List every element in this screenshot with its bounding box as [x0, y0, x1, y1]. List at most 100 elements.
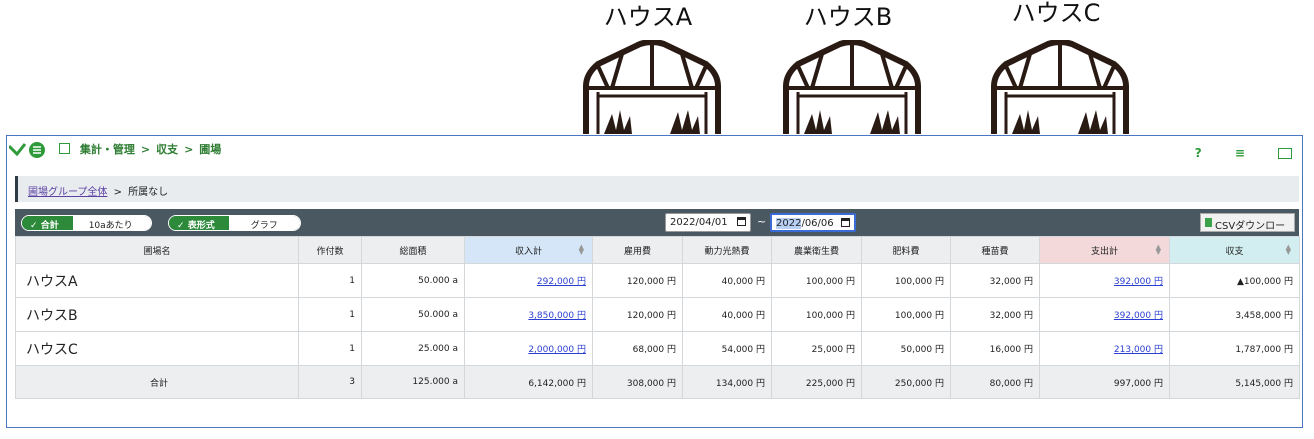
cell-labor: 308,000 円: [592, 365, 683, 399]
house-label: ハウスA: [603, 3, 693, 31]
breadcrumb: 集計・管理 > 収支 > 圃場: [59, 141, 221, 157]
cell-fertilizer: 250,000 円: [861, 365, 951, 399]
field-name: ハウスA: [15, 263, 299, 298]
table-view-option[interactable]: ✓ 表形式: [169, 216, 229, 230]
cell-seed: 80,000 円: [950, 365, 1040, 399]
profile-card-icon[interactable]: [1278, 148, 1292, 159]
cell-balance: ▲100,000 円: [1169, 263, 1300, 298]
cell-seed: 32,000 円: [950, 263, 1040, 298]
csv-download-button[interactable]: CSVダウンロード: [1200, 213, 1295, 247]
cell-seed: 16,000 円: [950, 331, 1040, 366]
breadcrumb-item[interactable]: 集計・管理: [80, 141, 135, 157]
cell-income: 3,850,000 円: [464, 297, 593, 332]
col-header-balance[interactable]: 収支 ▲ ▼: [1169, 236, 1300, 264]
cell-balance: 5,145,000 円: [1169, 365, 1300, 399]
cell-count: 1: [298, 263, 362, 298]
col-header-income[interactable]: 収入計 ▲ ▼: [464, 236, 593, 264]
sum-on-option[interactable]: ✓ 合計: [22, 216, 73, 230]
table-header-row: 圃場名 作付数 総面積 収入計 ▲ ▼ 雇用費 動力光熱費 農業衛生費 肥料費 種苗…: [15, 236, 1300, 264]
cell-count: 1: [298, 297, 362, 332]
expense-link[interactable]: 392,000 円: [1114, 277, 1163, 287]
sort-icon[interactable]: ▲ ▼: [1286, 244, 1291, 256]
col-header-fertilizer: 肥料費: [861, 236, 951, 264]
cell-hygiene: 25,000 円: [771, 331, 862, 366]
sort-icon[interactable]: ▲ ▼: [579, 244, 584, 256]
income-link[interactable]: 292,000 円: [537, 277, 586, 287]
col-header-expense[interactable]: 支出計 ▲ ▼: [1039, 236, 1170, 264]
cell-expense: 997,000 円: [1039, 365, 1170, 399]
greenhouse-b: ハウスB: [768, 0, 928, 138]
balance-table: 圃場名 作付数 総面積 収入計 ▲ ▼ 雇用費 動力光熱費 農業衛生費 肥料費 種苗…: [15, 236, 1300, 399]
cell-labor: 120,000 円: [592, 297, 683, 332]
group-all-link[interactable]: 圃場グループ全体: [28, 187, 107, 198]
expense-link[interactable]: 392,000 円: [1114, 311, 1163, 321]
cell-power: 54,000 円: [682, 331, 772, 366]
per10a-option[interactable]: 10aあたり: [72, 216, 151, 230]
edit-icon: [59, 143, 70, 154]
col-header-seed: 種苗費: [950, 236, 1040, 264]
greenhouse-icon: [583, 40, 721, 134]
breadcrumb-separator: >: [113, 187, 122, 198]
cell-income: 6,142,000 円: [464, 365, 593, 399]
sort-icon[interactable]: ▲ ▼: [1156, 244, 1161, 256]
top-bar: 集計・管理 > 収支 > 圃場 ? ≡: [7, 136, 1302, 164]
breadcrumb-item[interactable]: 圃場: [199, 141, 221, 157]
table-row: ハウスB 1 50.000 a 3,850,000 円 120,000 円 40…: [15, 297, 1300, 332]
cell-fertilizer: 50,000 円: [861, 331, 951, 366]
filter-bar: ✓ 合計 10aあたり ✓ 表形式 グラフ 2022/04/01 ~ 2022/…: [15, 209, 1299, 247]
income-link[interactable]: 2,000,000 円: [528, 345, 586, 355]
calendar-icon[interactable]: [737, 217, 746, 226]
group-breadcrumb: 圃場グループ全体 > 所属なし: [15, 176, 1299, 202]
sum-toggle[interactable]: ✓ 合計 10aあたり: [21, 215, 152, 231]
breadcrumb-separator: >: [184, 143, 194, 156]
cell-area: 50.000 a: [361, 297, 465, 332]
graph-view-option[interactable]: グラフ: [228, 216, 300, 230]
cell-power: 40,000 円: [682, 263, 772, 298]
breadcrumb-separator: >: [140, 143, 151, 156]
table-row: ハウスC 1 25.000 a 2,000,000 円 68,000 円 54,…: [15, 331, 1300, 366]
cell-expense: 392,000 円: [1039, 297, 1170, 332]
calendar-icon[interactable]: [841, 218, 850, 227]
cell-fertilizer: 100,000 円: [861, 297, 951, 332]
app-window: 集計・管理 > 収支 > 圃場 ? ≡ 圃場グループ全体 > 所属なし ✓ 合計 10a…: [6, 135, 1303, 428]
expense-link[interactable]: 213,000 円: [1114, 345, 1163, 355]
cell-count: 1: [298, 331, 362, 366]
col-header-labor: 雇用費: [592, 236, 683, 264]
greenhouse-c: ハウスC: [976, 0, 1136, 138]
cell-area: 125.000 a: [361, 365, 465, 399]
field-name: ハウスB: [15, 297, 299, 332]
help-icon[interactable]: ?: [1195, 146, 1202, 160]
col-header-hygiene: 農業衛生費: [771, 236, 862, 264]
list-settings-icon[interactable]: ≡: [1235, 146, 1245, 160]
view-toggle[interactable]: ✓ 表形式 グラフ: [168, 215, 301, 231]
cell-expense: 392,000 円: [1039, 263, 1170, 298]
house-label: ハウスC: [1011, 0, 1101, 27]
greenhouse-a: ハウスA: [568, 0, 728, 138]
file-icon: [1205, 218, 1212, 227]
cell-count: 3: [298, 365, 362, 399]
total-label: 合計: [15, 365, 299, 399]
col-header-count: 作付数: [298, 236, 362, 264]
cell-power: 134,000 円: [682, 365, 772, 399]
app-logo-menu-icon[interactable]: [9, 140, 49, 160]
date-from-input[interactable]: 2022/04/01: [665, 213, 751, 232]
group-current: 所属なし: [128, 187, 169, 198]
field-name: ハウスC: [15, 331, 299, 366]
top-icons: ? ≡: [1167, 142, 1292, 161]
cell-fertilizer: 100,000 円: [861, 263, 951, 298]
table-total-row: 合計 3 125.000 a 6,142,000 円 308,000 円 134…: [15, 365, 1300, 399]
col-header-power: 動力光熱費: [682, 236, 772, 264]
cell-area: 25.000 a: [361, 331, 465, 366]
cell-hygiene: 225,000 円: [771, 365, 862, 399]
date-range-tilde: ~: [757, 215, 767, 228]
cell-area: 50.000 a: [361, 263, 465, 298]
income-link[interactable]: 3,850,000 円: [528, 311, 586, 321]
cell-hygiene: 100,000 円: [771, 297, 862, 332]
breadcrumb-item[interactable]: 収支: [156, 141, 178, 157]
cell-labor: 68,000 円: [592, 331, 683, 366]
cell-hygiene: 100,000 円: [771, 263, 862, 298]
date-to-input[interactable]: 2022/06/06: [770, 213, 856, 232]
col-header-area: 総面積: [361, 236, 465, 264]
cell-power: 40,000 円: [682, 297, 772, 332]
house-label: ハウスB: [803, 3, 893, 31]
